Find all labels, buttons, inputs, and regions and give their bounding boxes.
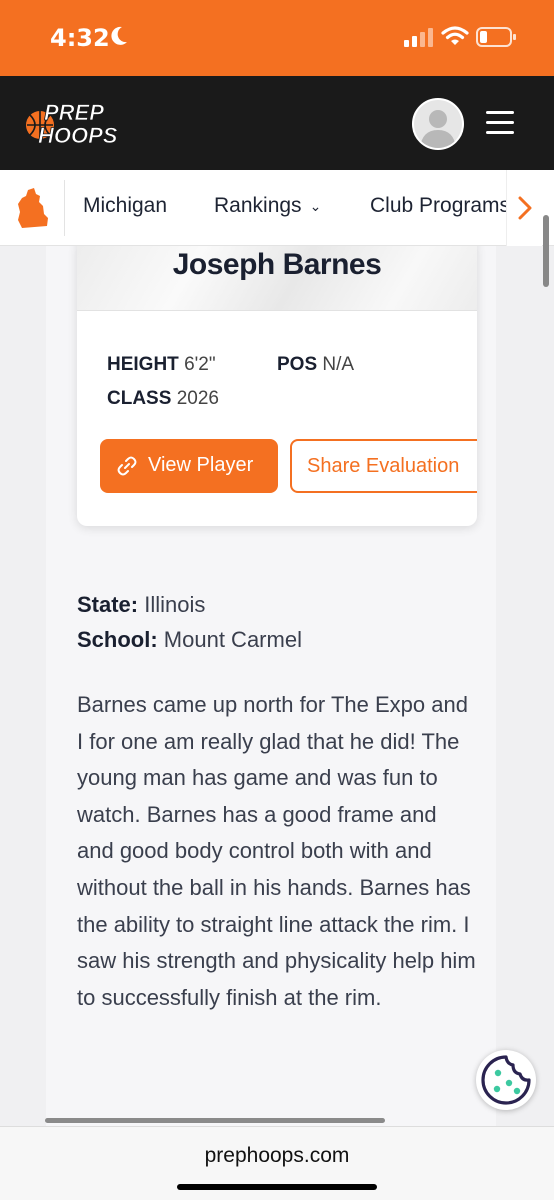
- url-text[interactable]: prephoops.com: [0, 1144, 554, 1168]
- article-paragraph: Barnes came up north for The Expo and I …: [77, 692, 476, 1010]
- vertical-scrollbar[interactable]: [543, 215, 549, 287]
- logo-text-prep: PREP: [44, 100, 104, 125]
- site-header: PREP HOOPS: [0, 76, 554, 170]
- height-label: HEIGHT: [107, 354, 179, 375]
- state-detail: State: Illinois: [77, 592, 205, 618]
- logo-text-hoops: HOOPS: [38, 123, 118, 148]
- article-content: Joseph Barnes HEIGHT 6'2" POS N/A CLASS …: [46, 246, 496, 1126]
- school-value: Mount Carmel: [163, 627, 302, 652]
- link-icon: [117, 456, 137, 476]
- cookie-settings-button[interactable]: [476, 1050, 536, 1110]
- battery-icon: [476, 27, 516, 47]
- class-label: CLASS: [107, 388, 172, 409]
- wifi-icon: [441, 26, 469, 45]
- nav-item-club-programs[interactable]: Club Programs: [370, 194, 510, 218]
- height-value: 6'2": [184, 354, 216, 375]
- pos-value: N/A: [322, 354, 355, 375]
- moon-icon: [111, 26, 127, 45]
- status-time: 4:32: [50, 24, 110, 52]
- cookie-icon: [481, 1055, 531, 1105]
- nav-item-rankings[interactable]: Rankings ⌄: [214, 194, 321, 218]
- chevron-right-icon: [518, 196, 532, 220]
- signal-icon: [404, 28, 433, 47]
- share-evaluation-label: Share Evaluation: [307, 455, 460, 477]
- stat-class: CLASS 2026: [107, 388, 219, 410]
- view-player-label: View Player: [148, 454, 254, 476]
- pos-label: POS: [277, 354, 318, 375]
- player-card-header: Joseph Barnes: [77, 246, 477, 311]
- hamburger-menu-icon[interactable]: [486, 111, 516, 135]
- michigan-state-icon[interactable]: [14, 186, 54, 230]
- player-name: Joseph Barnes: [172, 248, 382, 281]
- prephoops-logo[interactable]: PREP HOOPS: [24, 96, 140, 150]
- nav-divider: [64, 180, 65, 236]
- school-detail: School: Mount Carmel: [77, 627, 302, 653]
- nav-item-michigan[interactable]: Michigan: [83, 194, 167, 218]
- view-player-button[interactable]: View Player: [100, 439, 278, 493]
- home-indicator[interactable]: [177, 1184, 377, 1190]
- status-bar: 4:32: [0, 0, 554, 76]
- state-value: Illinois: [144, 592, 206, 617]
- stat-height: HEIGHT 6'2": [107, 354, 216, 376]
- nav-rankings-label: Rankings: [214, 194, 302, 217]
- school-label: School:: [77, 627, 158, 652]
- chevron-down-icon: ⌄: [309, 197, 322, 214]
- horizontal-scrollbar[interactable]: [45, 1118, 385, 1123]
- state-label: State:: [77, 592, 139, 617]
- class-value: 2026: [176, 388, 219, 409]
- share-evaluation-button[interactable]: Share Evaluation: [290, 439, 477, 493]
- player-card: Joseph Barnes HEIGHT 6'2" POS N/A CLASS …: [77, 246, 477, 526]
- browser-address-bar[interactable]: prephoops.com: [0, 1126, 554, 1200]
- nav-scroll-right-button[interactable]: [506, 170, 542, 246]
- state-nav-bar: Michigan Rankings ⌄ Club Programs: [0, 170, 554, 246]
- avatar[interactable]: [412, 98, 464, 150]
- user-silhouette-icon: [414, 100, 462, 148]
- stat-position: POS N/A: [277, 354, 354, 376]
